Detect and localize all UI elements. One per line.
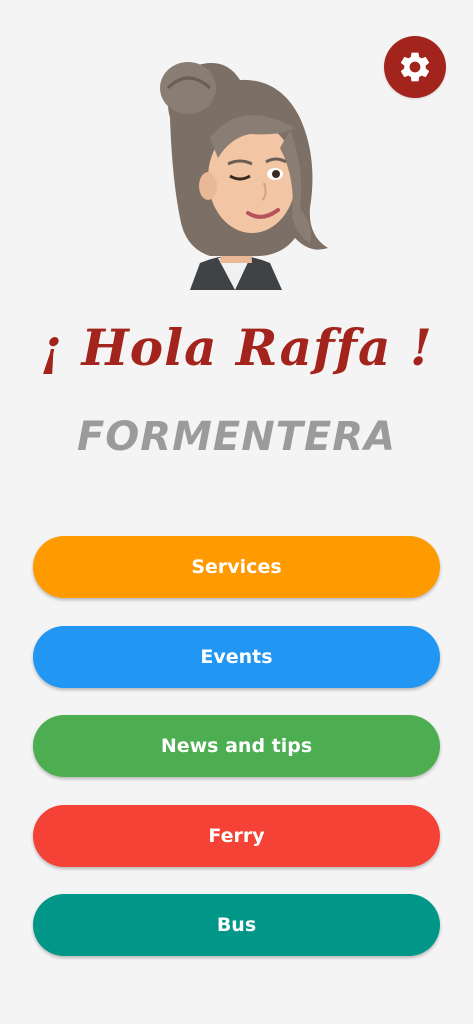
events-button[interactable]: Events xyxy=(33,626,440,688)
home-screen: ¡ Hola Raffa ! FORMENTERA Services Event… xyxy=(0,0,473,1024)
bus-button[interactable]: Bus xyxy=(33,894,440,956)
greeting-title: ¡ Hola Raffa ! xyxy=(40,318,433,377)
settings-button[interactable] xyxy=(384,36,446,98)
news-and-tips-button[interactable]: News and tips xyxy=(33,715,440,777)
location-title: FORMENTERA xyxy=(76,414,397,460)
ferry-button[interactable]: Ferry xyxy=(33,805,440,867)
avatar-illustration xyxy=(160,62,328,290)
gear-icon xyxy=(400,52,430,82)
avatar xyxy=(130,58,340,290)
services-button[interactable]: Services xyxy=(33,536,440,598)
